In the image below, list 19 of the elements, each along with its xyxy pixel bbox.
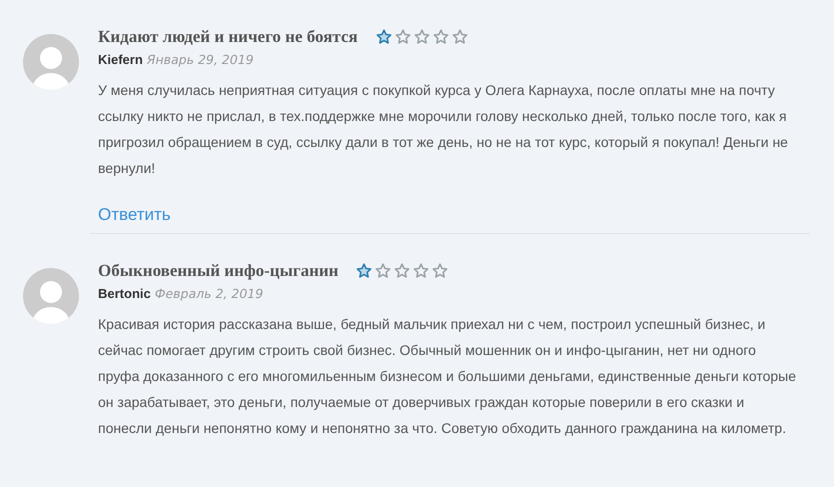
star-icon[interactable] — [375, 263, 392, 279]
review-title: Кидают людей и ничего не боятся — [98, 27, 358, 47]
star-icon[interactable] — [356, 263, 372, 279]
star-icon[interactable] — [394, 29, 411, 45]
star-icon[interactable] — [432, 29, 449, 45]
review-date: Январь 29, 2019 — [146, 52, 254, 67]
author-name: Bertonic — [98, 286, 151, 301]
review-title: Обыкновенный инфо-цыганин — [98, 261, 338, 281]
star-icon[interactable] — [452, 29, 468, 45]
star-icon[interactable] — [394, 263, 410, 279]
review-date: Февраль 2, 2019 — [154, 286, 264, 301]
author-name: Kiefern — [98, 52, 143, 67]
star-icon[interactable] — [413, 263, 430, 279]
star-icon[interactable] — [376, 29, 392, 45]
star-icon[interactable] — [432, 263, 448, 279]
review-text: Красивая история рассказана выше, бедный мальчик приехал ни с чем, построил успешный бизнес, и сейчас помогает другим строить свой бизнес. Обычный мошенник он и инфо-цыганин, нет ни одного пруфа доказанного с его многомильенным бизнесом и большими деньгами, единственные деньги которые он зарабатывает, это деньги, получаемые от доверчивых граждан которые поверили в его сказки и понесли деньги непонятно кому и непонятно за что. Советую обходить данного гражданина на километр. — [98, 315, 797, 438]
review-text: У меня случилась неприятная ситуация с покупкой курса у Олега Карнауха, после оплаты мне на почту ссылку никто не прислал, в тех.поддержке мне морочили голову несколько дней, только после того, как я пригрозил обращением в суд, ссылку дали в тот же день, но не на тот курс, который я покупал! Деньги не вернули! — [98, 81, 789, 178]
star-icon[interactable] — [414, 29, 430, 45]
reply-link[interactable]: Ответить — [98, 205, 171, 225]
